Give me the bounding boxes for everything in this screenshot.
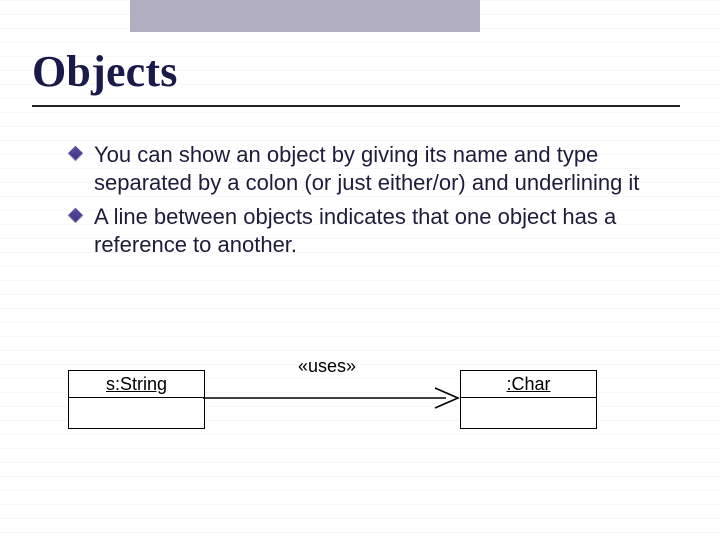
bullet-text: A line between objects indicates that on… <box>94 204 616 257</box>
bullet-list: You can show an object by giving its nam… <box>70 141 680 260</box>
slide-title: Objects <box>32 46 680 107</box>
relation-label: «uses» <box>298 356 356 377</box>
top-bar-decoration <box>130 0 480 32</box>
uml-object-name: s:String <box>69 371 204 398</box>
uml-association-arrow <box>203 382 463 422</box>
uml-object-right: :Char <box>460 370 597 429</box>
bullet-diamond-icon <box>68 146 84 162</box>
uml-object-body <box>461 398 596 428</box>
bullet-diamond-icon <box>68 208 84 224</box>
bullet-text: You can show an object by giving its nam… <box>94 142 639 195</box>
list-item: A line between objects indicates that on… <box>70 203 680 259</box>
slide-content: Objects You can show an object by giving… <box>32 46 680 266</box>
uml-object-body <box>69 398 204 428</box>
uml-object-left: s:String <box>68 370 205 429</box>
uml-object-name: :Char <box>461 371 596 398</box>
list-item: You can show an object by giving its nam… <box>70 141 680 197</box>
slide: Objects You can show an object by giving… <box>0 0 720 540</box>
uml-diagram: s:String :Char «uses» <box>68 352 628 462</box>
